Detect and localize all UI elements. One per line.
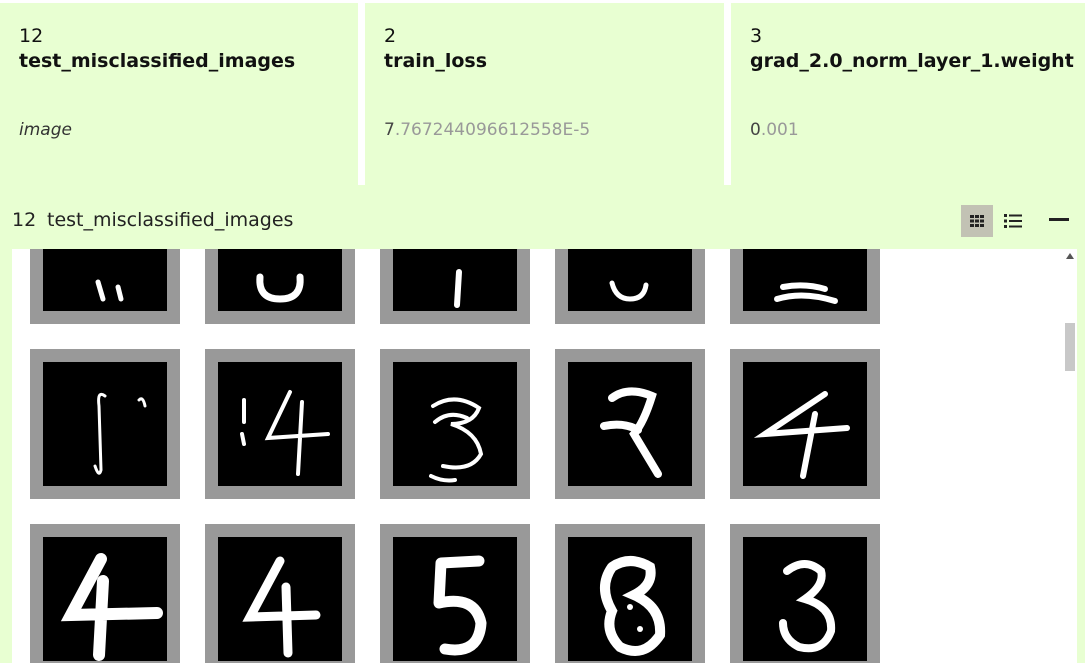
- metric-card-grad-norm[interactable]: 3 grad_2.0_norm_layer_1.weight 0.001: [731, 3, 1085, 185]
- digit-image: [774, 282, 838, 304]
- image-tile[interactable]: [205, 524, 355, 663]
- digit-image: [60, 553, 163, 661]
- image-tile[interactable]: [30, 349, 180, 499]
- digit-image: [454, 269, 462, 308]
- image-tile[interactable]: [205, 249, 355, 324]
- list-view-button[interactable]: [997, 205, 1029, 237]
- grid-view-icon: [970, 215, 984, 227]
- card-value: image: [19, 120, 72, 140]
- grid-view-button[interactable]: [961, 205, 993, 237]
- panel-header: 12 test_misclassified_images: [0, 190, 1085, 248]
- image-tile[interactable]: [730, 249, 880, 324]
- digit-image: [753, 391, 850, 479]
- card-number: 12: [19, 25, 44, 47]
- image-tile[interactable]: [30, 249, 180, 324]
- panel-title: test_misclassified_images: [47, 209, 294, 231]
- image-tile[interactable]: [730, 524, 880, 663]
- card-value-lead: 0: [750, 120, 761, 140]
- image-tile[interactable]: [555, 349, 705, 499]
- metric-card-train-loss[interactable]: 2 train_loss 7.767244096612558E-5: [365, 3, 724, 185]
- digit-image: [95, 279, 124, 302]
- image-tile[interactable]: [380, 349, 530, 499]
- digit-image: [242, 556, 321, 658]
- digit-image: [240, 390, 330, 476]
- card-value-rest: .001: [760, 120, 799, 140]
- digit-image: [93, 392, 147, 475]
- image-tile[interactable]: [555, 524, 705, 663]
- panel-number: 12: [12, 209, 37, 231]
- metric-cards: 12 test_misclassified_images image 2 tra…: [0, 0, 1085, 190]
- card-number: 2: [384, 25, 397, 47]
- image-tile[interactable]: [380, 524, 530, 663]
- list-view-icon: [1004, 214, 1022, 228]
- scrollbar-thumb[interactable]: [1065, 323, 1075, 371]
- digit-image: [600, 387, 662, 478]
- image-tile[interactable]: [555, 249, 705, 324]
- digit-image: [433, 555, 487, 656]
- digit-image: [429, 397, 484, 483]
- image-tile[interactable]: [30, 524, 180, 663]
- card-value: 0.001: [750, 120, 799, 140]
- metric-card-test-misclassified-images[interactable]: 12 test_misclassified_images image: [0, 3, 358, 185]
- digit-image: [256, 273, 304, 303]
- digit-image: [600, 556, 666, 656]
- digit-image: [779, 560, 836, 653]
- card-title: test_misclassified_images: [19, 50, 296, 72]
- card-value-lead: 7: [384, 120, 395, 140]
- card-title: grad_2.0_norm_layer_1.weight: [750, 50, 1074, 72]
- card-value-rest: .767244096612558E-5: [394, 120, 591, 140]
- card-title: train_loss: [384, 50, 487, 72]
- card-number: 3: [750, 25, 763, 47]
- image-tile[interactable]: [730, 349, 880, 499]
- card-value: 7.767244096612558E-5: [384, 120, 590, 140]
- vertical-scrollbar[interactable]: [1063, 249, 1077, 663]
- image-tile[interactable]: [380, 249, 530, 324]
- minimize-icon[interactable]: [1049, 218, 1069, 221]
- image-tile[interactable]: [205, 349, 355, 499]
- digit-image: [609, 280, 649, 302]
- image-grid-viewport: [12, 249, 1063, 663]
- scroll-up-icon[interactable]: [1066, 253, 1074, 259]
